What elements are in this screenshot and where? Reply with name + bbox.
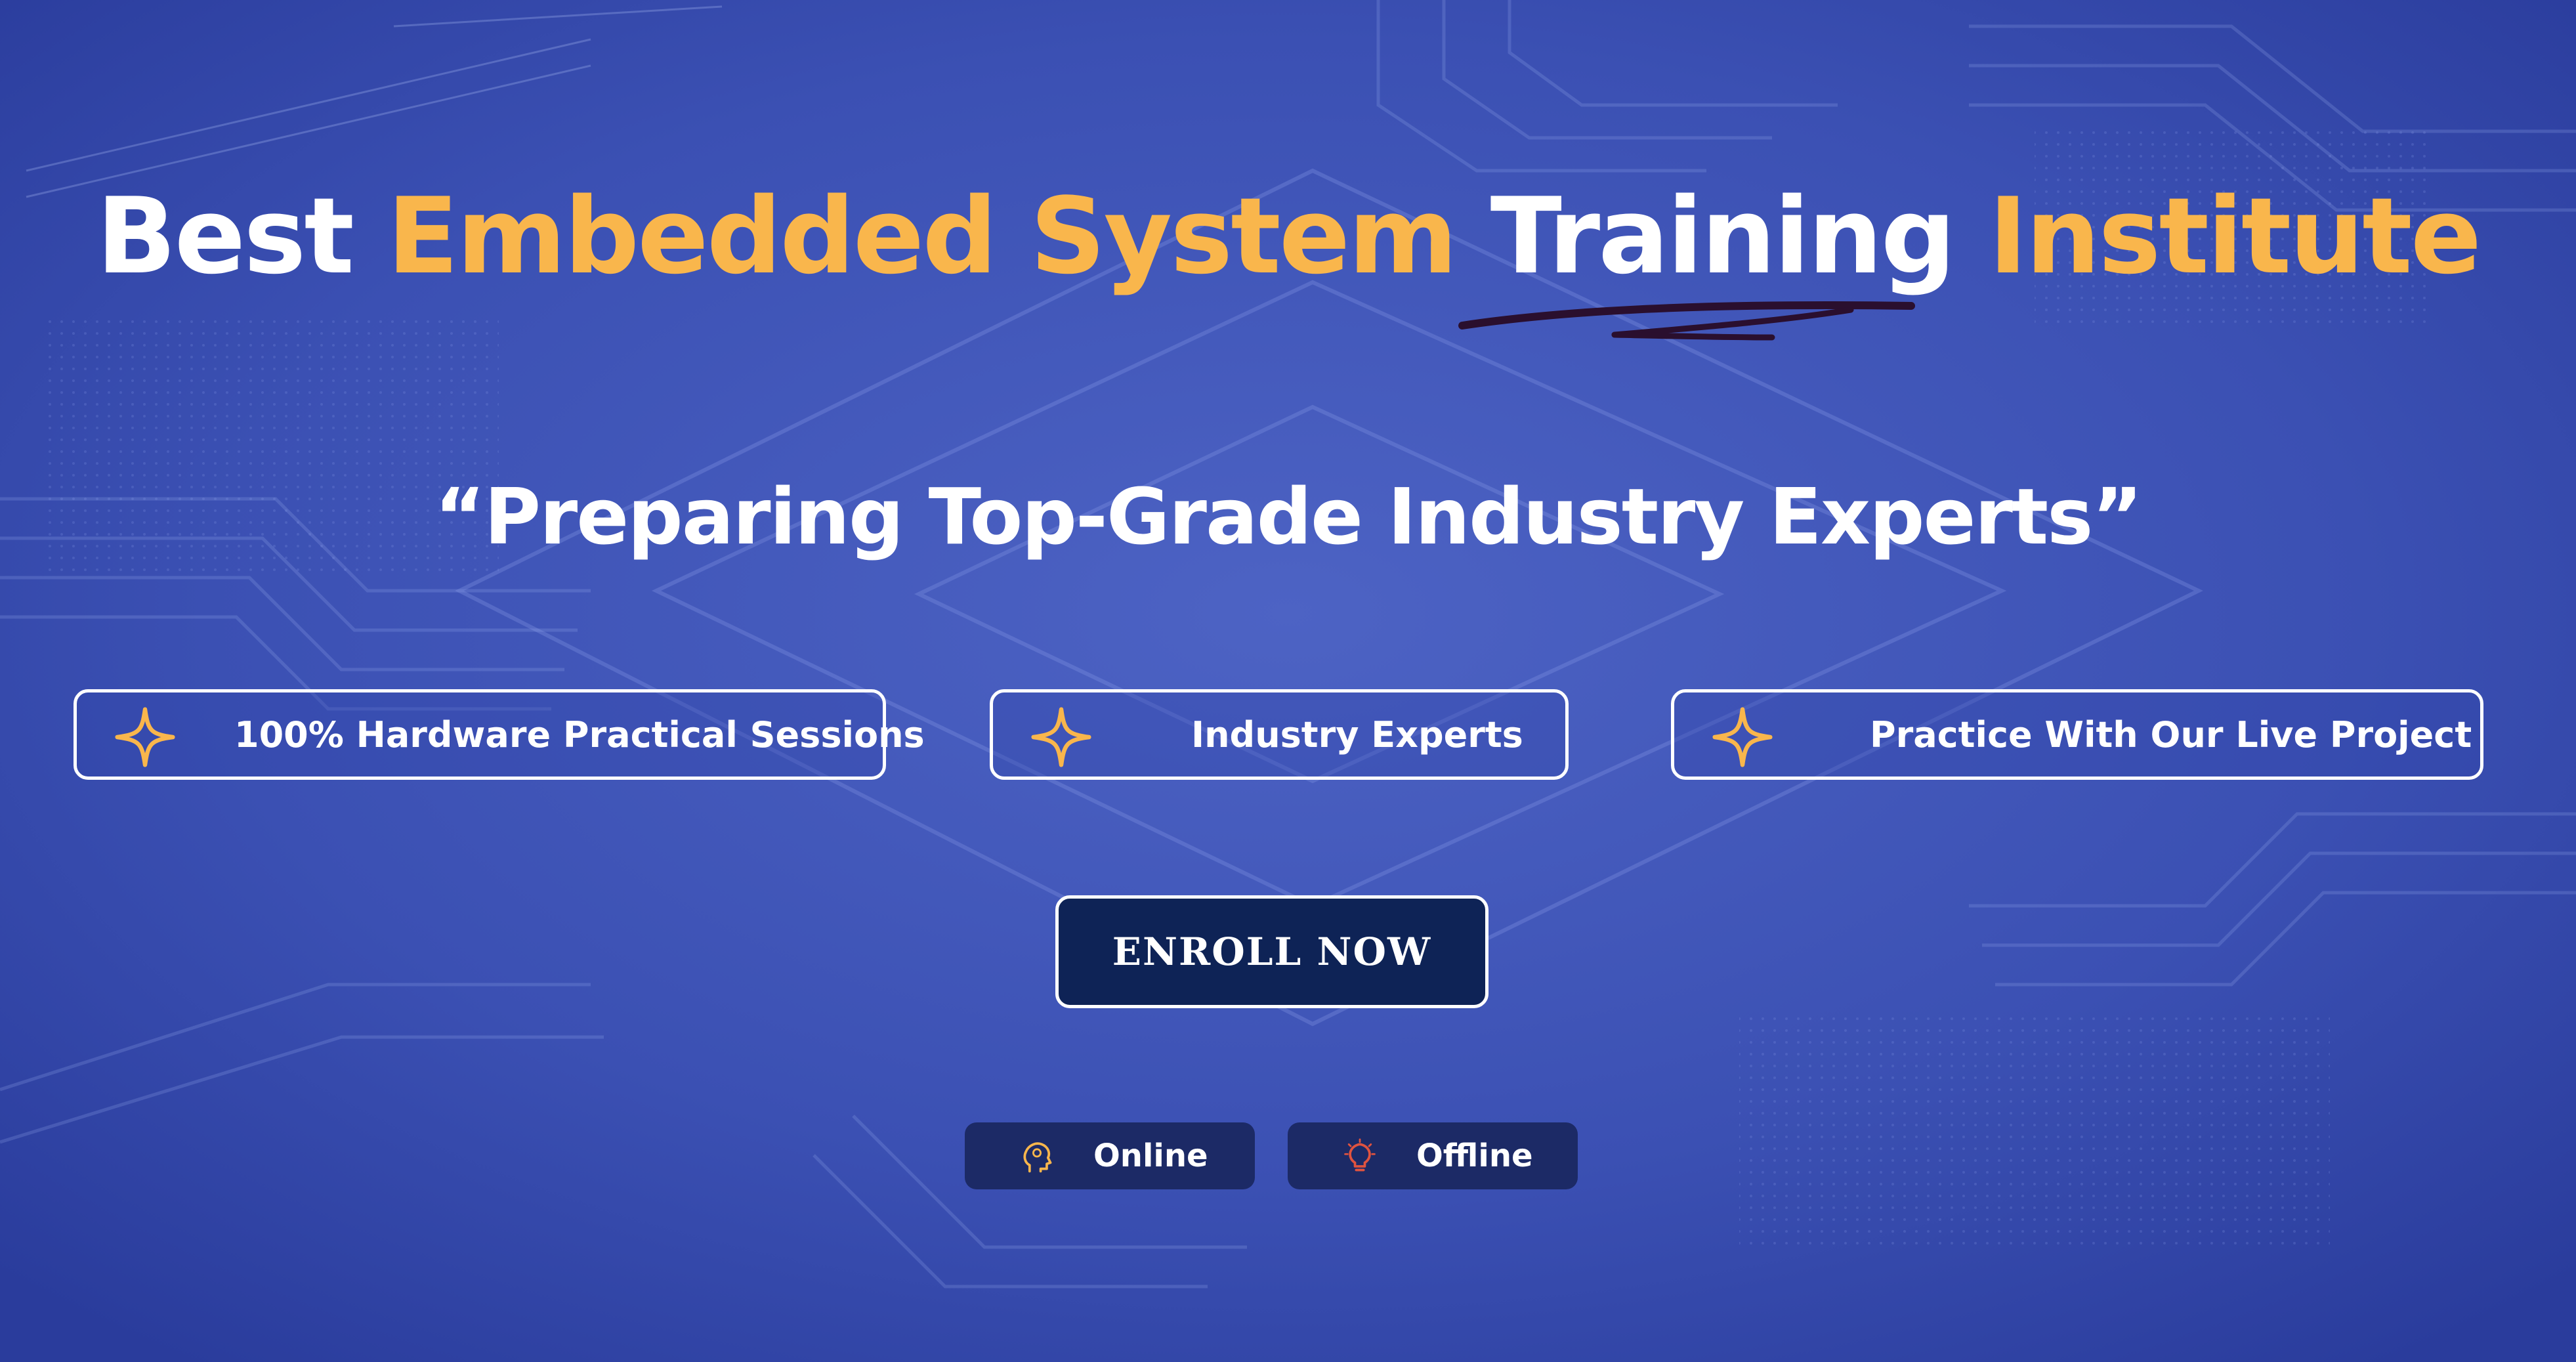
title-word-embedded-system: Embedded System xyxy=(387,175,1458,297)
four-point-star-icon xyxy=(1712,707,1773,767)
four-point-star-icon xyxy=(115,707,175,767)
feature-label: Practice With Our Live Project xyxy=(1870,713,2472,755)
feature-badge-hardware-sessions: 100% Hardware Practical Sessions xyxy=(74,689,925,780)
title-word-institute: Institute xyxy=(1988,175,2481,297)
underline-scribble xyxy=(1458,301,1915,341)
online-mode-label: Online xyxy=(1093,1138,1208,1174)
feature-badge-industry-experts: Industry Experts xyxy=(990,689,1569,780)
feature-label: 100% Hardware Practical Sessions xyxy=(234,713,925,755)
tagline: “Preparing Top-Grade Industry Experts” xyxy=(434,471,2143,562)
enroll-now-button[interactable]: ENROLL NOW xyxy=(1055,895,1489,1008)
offline-mode-button[interactable]: Offline xyxy=(1288,1122,1578,1189)
title-word-best: Best xyxy=(96,175,354,297)
feature-badge-live-project: Practice With Our Live Project xyxy=(1671,689,2483,780)
online-mode-button[interactable]: Online xyxy=(965,1122,1255,1189)
hero-banner: Best Embedded System Training Institute … xyxy=(0,0,2576,1362)
head-idea-icon xyxy=(1023,1142,1052,1173)
lightbulb-icon xyxy=(1344,1138,1376,1172)
four-point-star-icon xyxy=(1031,707,1091,767)
feature-label: Industry Experts xyxy=(1191,713,1523,755)
offline-mode-label: Offline xyxy=(1416,1138,1533,1174)
title-word-training: Training xyxy=(1490,175,1956,297)
page-title: Best Embedded System Training Institute xyxy=(0,176,2576,297)
